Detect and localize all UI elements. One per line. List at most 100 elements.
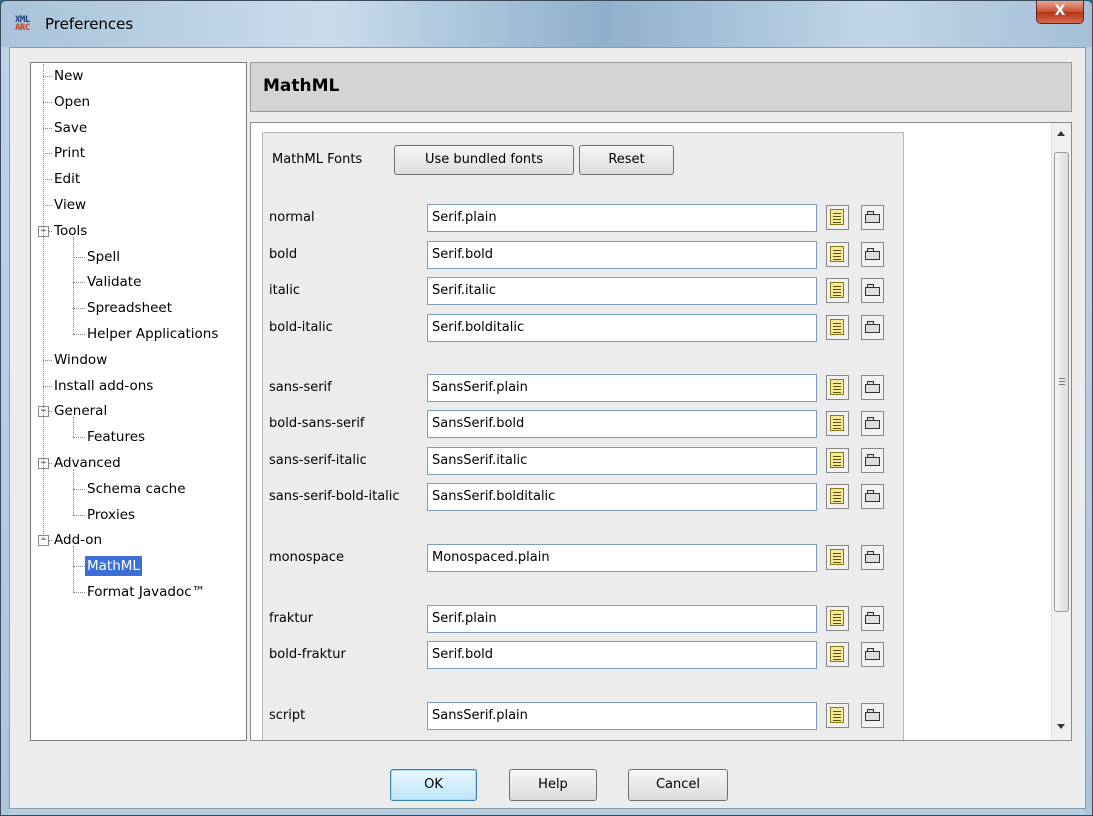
tree-connector bbox=[43, 385, 52, 387]
scroll-down-arrow-icon[interactable] bbox=[1057, 724, 1065, 729]
tree-item-add-on[interactable]: Add-on bbox=[52, 528, 104, 552]
font-row-label: bold bbox=[269, 247, 298, 262]
tree-item-label: Save bbox=[54, 119, 88, 136]
tree-trunk-line bbox=[73, 236, 74, 334]
title-bar[interactable]: XML ARC Preferences X bbox=[1, 1, 1092, 47]
tree-connector bbox=[43, 179, 52, 181]
reset-button[interactable]: Reset bbox=[579, 145, 674, 175]
font-list-button[interactable] bbox=[826, 315, 849, 340]
font-list-button[interactable] bbox=[826, 411, 849, 436]
help-button[interactable]: Help bbox=[509, 769, 597, 801]
list-icon bbox=[830, 646, 844, 662]
font-value-field[interactable]: SansSerif.bolditalic bbox=[427, 483, 817, 511]
tree-item-mathml[interactable]: MathML bbox=[85, 554, 142, 578]
window-frame-left bbox=[1, 47, 9, 815]
font-browse-button[interactable] bbox=[861, 484, 884, 509]
tree-item-window[interactable]: Window bbox=[52, 348, 109, 372]
tree-connector bbox=[43, 359, 52, 361]
tree-item-helper-applications[interactable]: Helper Applications bbox=[85, 322, 220, 346]
tree-item-print[interactable]: Print bbox=[52, 141, 87, 165]
font-browse-button[interactable] bbox=[861, 315, 884, 340]
tree-item-validate[interactable]: Validate bbox=[85, 270, 143, 294]
font-browse-button[interactable] bbox=[861, 545, 884, 570]
tree-item-schema-cache[interactable]: Schema cache bbox=[85, 477, 188, 501]
tree-item-install-add-ons[interactable]: Install add-ons bbox=[52, 374, 155, 398]
font-value-field[interactable]: SansSerif.italic bbox=[427, 447, 817, 475]
tree-item-edit[interactable]: Edit bbox=[52, 167, 82, 191]
tree-item-spell[interactable]: Spell bbox=[85, 245, 122, 269]
tree-item-label: Edit bbox=[54, 171, 81, 188]
font-browse-button[interactable] bbox=[861, 242, 884, 267]
folder-icon bbox=[865, 248, 880, 260]
folder-icon bbox=[865, 321, 880, 333]
font-list-button[interactable] bbox=[826, 205, 849, 230]
font-browse-button[interactable] bbox=[861, 703, 884, 728]
font-row-label: monospace bbox=[269, 550, 344, 565]
font-row-label: bold-italic bbox=[269, 320, 333, 335]
font-browse-button[interactable] bbox=[861, 375, 884, 400]
font-list-button[interactable] bbox=[826, 642, 849, 667]
font-value-field[interactable]: Monospaced.plain bbox=[427, 544, 817, 572]
font-list-button[interactable] bbox=[826, 278, 849, 303]
font-list-button[interactable] bbox=[826, 606, 849, 631]
tree-item-label: Install add-ons bbox=[54, 377, 154, 394]
tree-item-proxies[interactable]: Proxies bbox=[85, 503, 137, 527]
ok-button[interactable]: OK bbox=[390, 769, 477, 801]
font-browse-button[interactable] bbox=[861, 278, 884, 303]
font-value-field[interactable]: Serif.plain bbox=[427, 204, 817, 232]
font-value-field[interactable]: Serif.bold bbox=[427, 241, 817, 269]
font-list-button[interactable] bbox=[826, 545, 849, 570]
scrollbar-thumb[interactable] bbox=[1054, 152, 1069, 612]
font-browse-button[interactable] bbox=[861, 411, 884, 436]
vertical-scrollbar[interactable] bbox=[1051, 123, 1071, 740]
tree-item-format-javadoc[interactable]: Format Javadoc™ bbox=[85, 580, 207, 604]
font-value-field[interactable]: Serif.bold bbox=[427, 641, 817, 669]
use-bundled-fonts-button[interactable]: Use bundled fonts bbox=[394, 145, 574, 175]
font-list-button[interactable] bbox=[826, 375, 849, 400]
tree-trunk-line bbox=[73, 546, 74, 592]
font-value-field[interactable]: SansSerif.plain bbox=[427, 702, 817, 730]
font-value-field[interactable]: Serif.italic bbox=[427, 277, 817, 305]
folder-icon bbox=[865, 417, 880, 429]
tree-item-features[interactable]: Features bbox=[85, 425, 147, 449]
section-header: MathML bbox=[250, 62, 1072, 112]
close-button[interactable]: X bbox=[1036, 1, 1084, 24]
tree-item-label: Features bbox=[87, 429, 146, 446]
tree-item-general[interactable]: General bbox=[52, 399, 109, 423]
font-row-label: bold-fraktur bbox=[269, 647, 346, 662]
font-value-field[interactable]: Serif.bolditalic bbox=[427, 314, 817, 342]
tree-item-advanced[interactable]: Advanced bbox=[52, 451, 123, 475]
tree-connector bbox=[73, 592, 85, 593]
font-value-field[interactable]: SansSerif.bold bbox=[427, 410, 817, 438]
list-icon bbox=[830, 415, 844, 431]
tree-connector bbox=[73, 282, 85, 284]
tree-item-tools[interactable]: Tools bbox=[52, 219, 89, 243]
font-value-field[interactable]: Serif.plain bbox=[427, 605, 817, 633]
tree-item-spreadsheet[interactable]: Spreadsheet bbox=[85, 296, 174, 320]
tree-item-open[interactable]: Open bbox=[52, 90, 92, 114]
folder-icon bbox=[865, 551, 880, 563]
font-row-label: sans-serif-italic bbox=[269, 453, 367, 468]
tree-item-new[interactable]: New bbox=[52, 64, 85, 88]
grip-line bbox=[1059, 378, 1065, 379]
font-browse-button[interactable] bbox=[861, 448, 884, 473]
tree-item-label: Window bbox=[54, 351, 108, 368]
tree-item-label: Tools bbox=[54, 222, 88, 239]
font-browse-button[interactable] bbox=[861, 205, 884, 230]
font-list-button[interactable] bbox=[826, 448, 849, 473]
font-row-label: script bbox=[269, 708, 306, 723]
tree-item-save[interactable]: Save bbox=[52, 116, 89, 140]
font-browse-button[interactable] bbox=[861, 642, 884, 667]
font-list-button[interactable] bbox=[826, 703, 849, 728]
font-browse-button[interactable] bbox=[861, 606, 884, 631]
font-list-button[interactable] bbox=[826, 484, 849, 509]
tree-item-view[interactable]: View bbox=[52, 193, 88, 217]
font-value-field[interactable]: SansSerif.plain bbox=[427, 374, 817, 402]
font-row-label: fraktur bbox=[269, 611, 314, 626]
tree-connector bbox=[43, 76, 52, 77]
font-list-button[interactable] bbox=[826, 242, 849, 267]
cancel-button[interactable]: Cancel bbox=[628, 769, 728, 801]
preferences-window: XML ARC Preferences X New Open Save Print Ed… bbox=[0, 0, 1093, 816]
scroll-up-arrow-icon[interactable] bbox=[1057, 131, 1065, 136]
tree-connector bbox=[73, 488, 85, 490]
